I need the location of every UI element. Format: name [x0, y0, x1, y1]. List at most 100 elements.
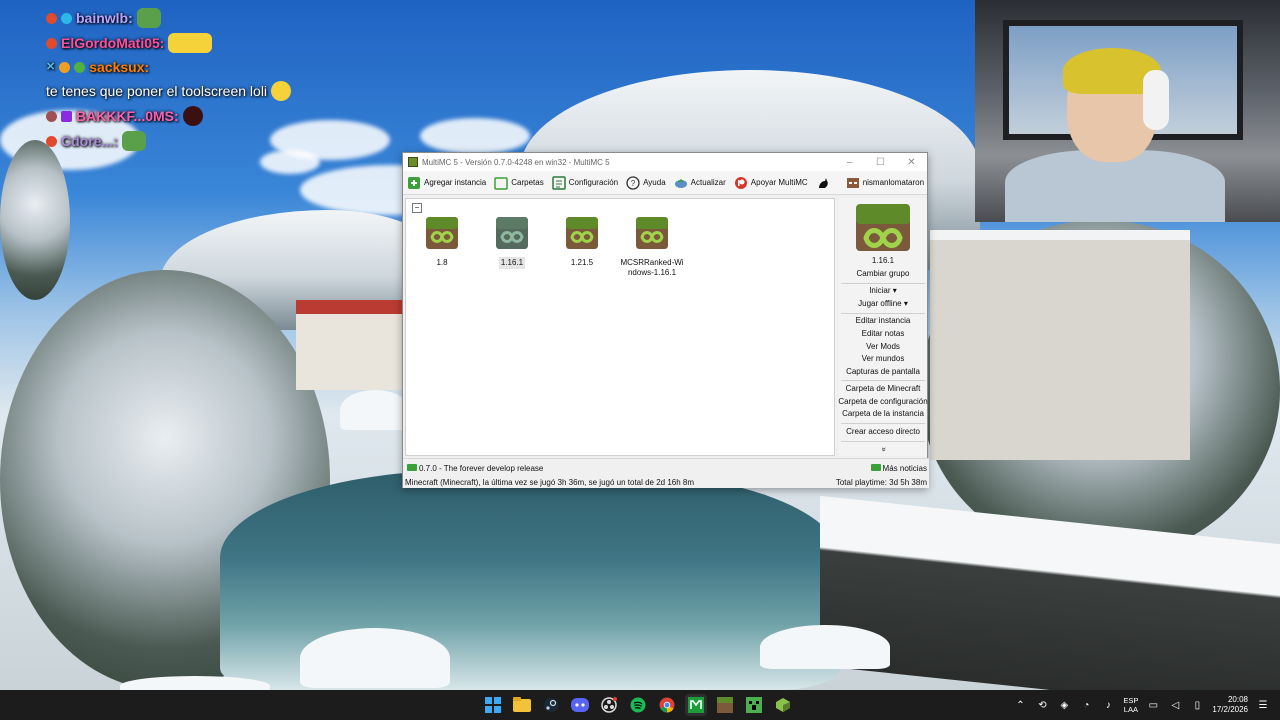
update-button[interactable]: Actualizar — [674, 176, 726, 190]
minecraft-creeper-icon[interactable] — [743, 694, 765, 716]
instance-label: 1.8 — [436, 258, 448, 267]
group-collapse-button[interactable]: − — [412, 203, 422, 213]
view-mods-button[interactable]: Ver Mods — [866, 341, 900, 354]
more-actions-button[interactable]: » — [877, 447, 890, 451]
volume-icon[interactable]: ◁ — [1168, 698, 1182, 712]
title-bar[interactable]: MultiMC 5 - Versión 0.7.0-4248 en win32 … — [403, 153, 927, 171]
wifi-icon[interactable]: ◔ — [1079, 698, 1093, 712]
chat-username: ElGordoMati05: — [61, 34, 165, 51]
help-icon: ? — [626, 175, 640, 190]
badge-icon — [46, 110, 57, 122]
obs-icon[interactable] — [598, 694, 620, 716]
settings-label: Configuración — [568, 178, 619, 187]
folders-button[interactable]: Carpetas — [494, 176, 544, 190]
taskbar: ⌃ ⟲ ◈ ◔ ♪ ESP LAA ▭ ◁ ▯ 20:08 17/2/2026 … — [0, 690, 1280, 720]
selected-instance-grass-icon[interactable] — [856, 204, 910, 252]
language-code: ESP — [1123, 696, 1139, 705]
close-button[interactable]: ✕ — [896, 153, 927, 171]
add-instance-label: Agregar instancia — [424, 178, 487, 187]
instance-label: 1.21.5 — [570, 258, 594, 267]
microphone-icon[interactable]: ♪ — [1101, 698, 1115, 712]
instance-folder-button[interactable]: Carpeta de la instancia — [842, 408, 924, 421]
chat-message: ElGordoMati05: — [46, 33, 336, 53]
help-button[interactable]: ? Ayuda — [626, 175, 666, 190]
windows-start-icon[interactable] — [482, 694, 504, 716]
selected-instance-name[interactable]: 1.16.1 — [872, 255, 894, 268]
multimc-window: MultiMC 5 - Versión 0.7.0-4248 en win32 … — [402, 152, 929, 488]
chat-text: te tenes que poner el toolscreen loli — [46, 82, 268, 99]
help-label: Ayuda — [643, 178, 666, 187]
total-playtime: Total playtime: 3d 5h 38m — [835, 477, 927, 487]
minecraft-launcher-icon[interactable] — [772, 694, 794, 716]
news-icon — [405, 461, 419, 475]
update-icon — [674, 176, 688, 190]
steam-icon[interactable] — [540, 694, 562, 716]
support-multimc-button[interactable]: Apoyar MultiMC — [734, 176, 808, 190]
instance-item-selected[interactable]: 1.16.1 — [480, 217, 544, 269]
clock-time: 20:08 — [1227, 695, 1248, 704]
news-icon — [869, 461, 883, 475]
language-indicator[interactable]: ESP LAA — [1123, 696, 1138, 714]
smiley-emote-icon — [271, 81, 292, 101]
account-label: nismanlomataron — [862, 178, 925, 187]
account-button[interactable]: nismanlomataron — [846, 176, 924, 190]
spotify-icon[interactable] — [627, 694, 649, 716]
instance-item[interactable]: 1.8 — [410, 217, 474, 269]
webcam-overlay — [975, 0, 1280, 222]
discord-icon[interactable] — [569, 694, 591, 716]
more-news-button[interactable]: Más noticias — [883, 464, 927, 473]
maximize-button[interactable]: ☐ — [865, 153, 896, 171]
instance-item[interactable]: MCSRRanked-Windows-1.16.1 — [620, 217, 684, 279]
settings-button[interactable]: Configuración — [551, 175, 619, 190]
minecraft-folder-button[interactable]: Carpeta de Minecraft — [846, 383, 921, 396]
windows-security-icon[interactable]: ◈ — [1057, 698, 1071, 712]
grass-block-icon — [566, 217, 598, 249]
launch-offline-button[interactable]: Jugar offline ▾ — [858, 298, 908, 311]
svg-text:?: ? — [631, 179, 636, 188]
launch-offline-label: Jugar offline — [858, 298, 902, 308]
purple-badge-icon — [61, 110, 72, 122]
add-instance-button[interactable]: Agregar instancia — [407, 176, 486, 190]
chevron-up-icon[interactable]: ⌃ — [1013, 698, 1027, 712]
playtime-status: Minecraft (Minecraft), la última vez se … — [405, 477, 695, 487]
multimc-app-icon — [408, 157, 418, 167]
instance-item[interactable]: 1.21.5 — [550, 217, 614, 269]
blue-badge-icon — [61, 12, 72, 24]
multimc-icon[interactable] — [685, 694, 707, 716]
edit-instance-button[interactable]: Editar instancia — [856, 315, 911, 328]
config-folder-button[interactable]: Carpeta de configuración — [838, 396, 927, 409]
notifications-icon[interactable]: ☰ — [1256, 698, 1270, 712]
green-badge-icon — [74, 62, 86, 73]
network-icon[interactable]: ▭ — [1146, 698, 1160, 712]
create-shortcut-button[interactable]: Crear acceso directo — [846, 426, 920, 439]
launch-label: Iniciar — [869, 286, 891, 296]
change-group-button[interactable]: Cambiar grupo — [857, 268, 910, 281]
chat-message: BAKKKF...0MS: — [46, 106, 336, 126]
sync-icon[interactable]: ⟲ — [1035, 698, 1049, 712]
patreon-icon — [734, 176, 748, 190]
dropdown-arrow-icon: ▾ — [892, 286, 897, 296]
minimize-button[interactable]: – — [834, 153, 865, 171]
clock[interactable]: 20:08 17/2/2026 — [1212, 695, 1248, 715]
battery-icon[interactable]: ▯ — [1190, 698, 1204, 712]
news-headline[interactable]: 0.7.0 - The forever develop release — [419, 464, 543, 473]
screenshots-button[interactable]: Capturas de pantalla — [846, 366, 920, 379]
red-badge-icon — [46, 12, 57, 24]
chat-username: Cdore...: — [61, 132, 118, 149]
minecraft-grass-icon[interactable] — [714, 694, 736, 716]
grass-block-icon — [496, 217, 528, 249]
view-worlds-button[interactable]: Ver mundos — [862, 353, 905, 366]
chrome-icon[interactable] — [656, 694, 678, 716]
instance-list[interactable]: − 1.8 1.16.1 1.21.5 MCSRRanked-Windows-1… — [405, 198, 835, 456]
minion-emote-icon — [168, 33, 213, 53]
cat-icon[interactable] — [816, 176, 830, 190]
file-explorer-icon[interactable] — [511, 694, 533, 716]
edit-notes-button[interactable]: Editar notas — [862, 328, 905, 341]
instance-side-panel: 1.16.1 Cambiar grupo Iniciar ▾ Jugar off… — [838, 198, 928, 456]
chat-username: sacksux: — [89, 59, 150, 75]
folder-icon — [494, 176, 509, 190]
update-label: Actualizar — [690, 178, 726, 187]
frog-emote-icon — [121, 131, 146, 151]
stream-chat-overlay: bainwlb: ElGordoMati05: ✕ sacksux: te te… — [46, 8, 336, 156]
launch-button[interactable]: Iniciar ▾ — [869, 285, 897, 298]
